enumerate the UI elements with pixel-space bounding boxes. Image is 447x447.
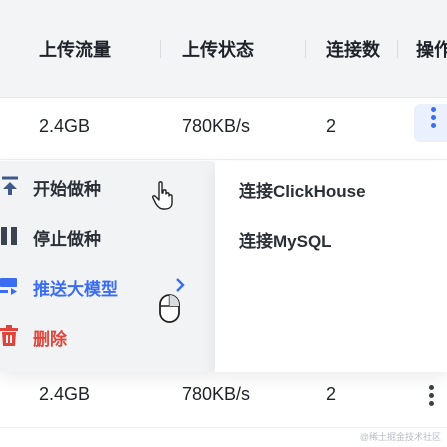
upload-icon — [2, 176, 18, 195]
column-header-connections: 连接数 — [326, 40, 380, 60]
watermark: @稀土掘金技术社区 — [359, 432, 441, 442]
column-header-upload-status: 上传状态 — [182, 40, 254, 60]
more-vertical-icon — [431, 107, 437, 131]
mouse-cursor-icon — [159, 294, 180, 323]
pause-icon — [1, 227, 17, 245]
connections-cell: 2 — [326, 116, 337, 136]
submenu-item-clickhouse[interactable]: 连接ClickHouse — [239, 177, 366, 202]
push-icon — [0, 278, 17, 295]
chevron-right-icon — [176, 278, 185, 292]
hand-pointer-cursor-icon — [152, 181, 173, 210]
push-model-submenu: 连接ClickHouse 连接MySQL — [215, 161, 447, 372]
more-vertical-icon[interactable] — [429, 385, 435, 409]
table-row: 2.4GB 780KB/s 2 — [0, 98, 447, 160]
menu-item-label: 推送大模型 — [33, 280, 118, 299]
upload-status-cell: 780KB/s — [182, 384, 251, 404]
menu-item-push-model[interactable]: 推送大模型 — [0, 261, 215, 311]
column-divider — [305, 40, 306, 58]
connections-cell: 2 — [326, 384, 337, 404]
trash-icon — [0, 325, 18, 346]
menu-item-label: 删除 — [33, 330, 67, 349]
actions-menu: 开始做种 停止做种 推送大模型 删除 — [0, 161, 215, 372]
menu-item-stop-seeding[interactable]: 停止做种 — [0, 211, 215, 261]
menu-item-delete[interactable]: 删除 — [0, 311, 215, 361]
menu-item-label: 停止做种 — [33, 230, 101, 249]
table-header: 上传流量 上传状态 连接数 操作 — [0, 0, 447, 98]
column-header-actions: 操作 — [416, 40, 447, 60]
more-actions-button-active[interactable] — [414, 104, 447, 142]
table-row: 2.4GB 780KB/s 2 — [0, 366, 447, 428]
upload-status-cell: 780KB/s — [182, 116, 251, 136]
upload-traffic-cell: 2.4GB — [39, 116, 91, 136]
submenu-item-mysql[interactable]: 连接MySQL — [239, 227, 332, 252]
menu-item-label: 开始做种 — [33, 180, 101, 199]
column-header-upload-traffic: 上传流量 — [39, 40, 111, 60]
column-divider — [160, 40, 161, 58]
upload-traffic-cell: 2.4GB — [39, 384, 91, 404]
menu-item-start-seeding[interactable]: 开始做种 — [0, 161, 215, 211]
column-divider — [397, 40, 398, 58]
